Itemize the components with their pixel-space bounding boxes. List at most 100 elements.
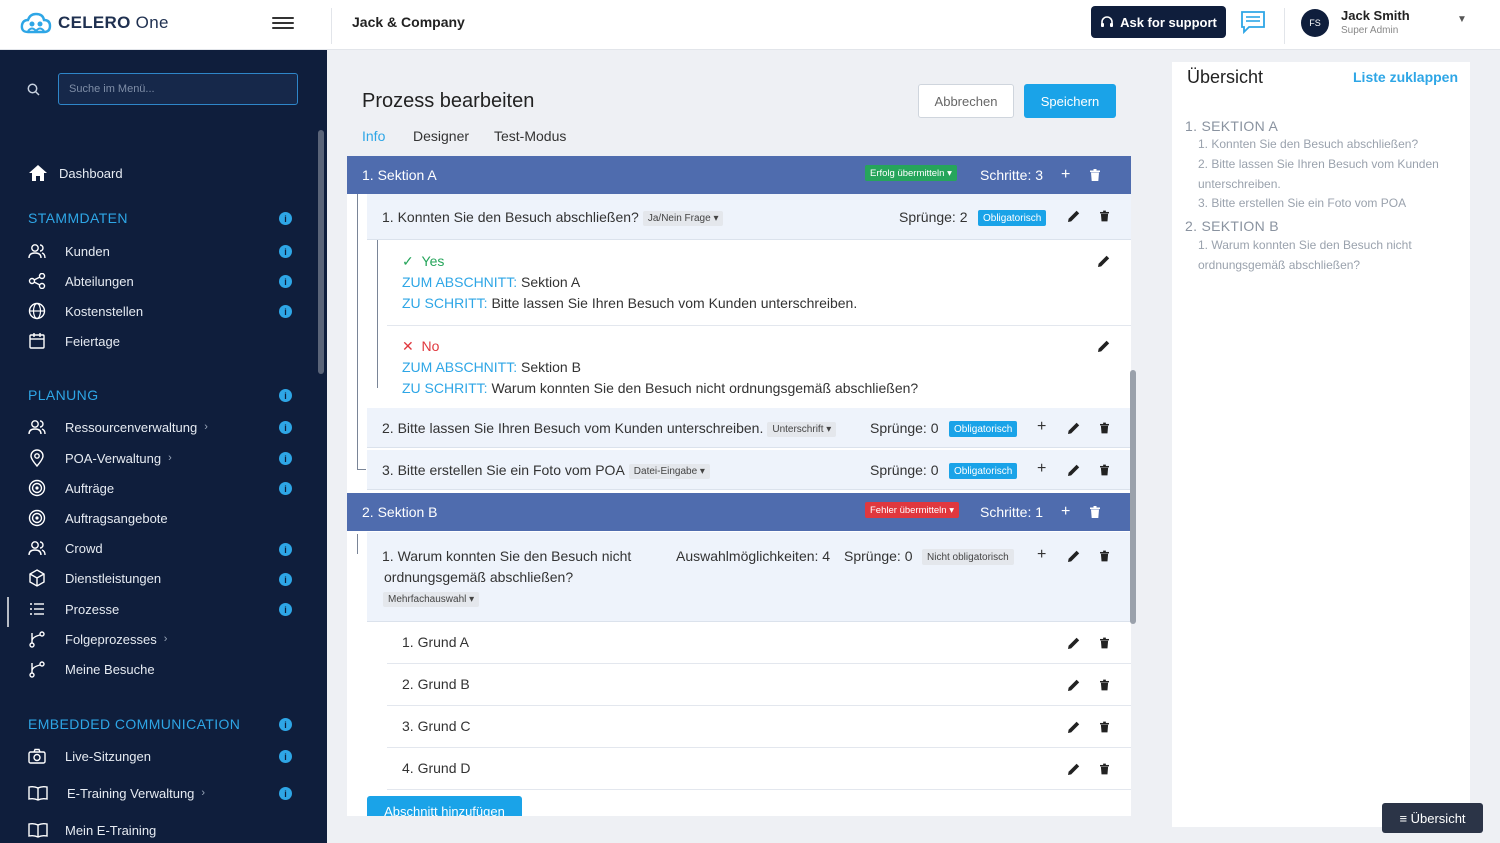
overview-item[interactable]: 1. Konnten Sie den Besuch abschließen? xyxy=(1198,135,1458,155)
sidebar-item-label: Meine Besuche xyxy=(65,661,155,677)
option-row[interactable]: 2. Grund B xyxy=(387,664,1131,706)
info-icon[interactable]: i xyxy=(279,573,292,586)
trash-icon[interactable] xyxy=(1100,464,1109,476)
user-menu-chevron-icon[interactable]: ▼ xyxy=(1457,14,1467,25)
overview-button[interactable]: ≡ Übersicht xyxy=(1382,803,1483,833)
pencil-icon[interactable] xyxy=(1097,254,1111,268)
pencil-icon[interactable] xyxy=(1067,636,1081,650)
add-icon[interactable]: + xyxy=(1037,546,1046,564)
overview-item[interactable]: 3. Bitte erstellen Sie ein Foto vom POA xyxy=(1198,194,1458,214)
tab-info[interactable]: Info xyxy=(362,128,385,144)
info-icon[interactable]: i xyxy=(279,750,292,763)
option-row[interactable]: 4. Grund D xyxy=(387,748,1131,790)
sidebar-item-abteilungen[interactable]: Abteilungen xyxy=(28,270,134,292)
add-step-icon[interactable]: + xyxy=(1061,166,1070,184)
pencil-icon[interactable] xyxy=(1067,678,1081,692)
question-row[interactable]: 2. Bitte lassen Sie Ihren Besuch vom Kun… xyxy=(367,408,1131,448)
trash-icon[interactable] xyxy=(1100,422,1109,434)
required-badge[interactable]: Obligatorisch xyxy=(949,463,1018,479)
sidebar-item-mein-e-training[interactable]: Mein E-Training xyxy=(28,819,156,841)
chat-icon[interactable] xyxy=(1240,9,1266,35)
pencil-icon[interactable] xyxy=(1067,762,1081,776)
pencil-icon[interactable] xyxy=(1067,720,1081,734)
cancel-button[interactable]: Abbrechen xyxy=(918,84,1014,118)
overview-section[interactable]: 2. SEKTION B xyxy=(1185,218,1279,234)
info-icon[interactable]: i xyxy=(279,543,292,556)
menu-toggle-icon[interactable] xyxy=(272,14,294,32)
sidebar-item-e-training-verwaltung[interactable]: E-Training Verwaltung › xyxy=(28,782,205,804)
question-type-dropdown[interactable]: Mehrfachauswahl ▾ xyxy=(383,592,480,607)
overview-section[interactable]: 1. SEKTION A xyxy=(1185,118,1278,134)
sidebar-item-dienstleistungen[interactable]: Dienstleistungen xyxy=(28,567,161,589)
add-step-icon[interactable]: + xyxy=(1061,503,1070,521)
trash-icon[interactable] xyxy=(1090,506,1100,518)
pencil-icon[interactable] xyxy=(1067,209,1081,223)
question-row[interactable]: 1. Warum konnten Sie den Besuch nicht or… xyxy=(367,532,1131,622)
status-badge[interactable]: Erfolg übermitteln ▾ xyxy=(865,165,957,181)
save-button[interactable]: Speichern xyxy=(1024,84,1116,118)
sidebar-item-auftragsangebote[interactable]: Auftragsangebote xyxy=(28,507,168,529)
section-header[interactable]: 2. Sektion B Fehler übermitteln ▾ Schrit… xyxy=(347,493,1131,531)
trash-icon[interactable] xyxy=(1090,169,1100,181)
sidebar-item-meine-besuche[interactable]: Meine Besuche xyxy=(28,658,155,680)
not-required-badge[interactable]: Nicht obligatorisch xyxy=(922,549,1014,565)
trash-icon[interactable] xyxy=(1100,763,1109,775)
pencil-icon[interactable] xyxy=(1097,339,1111,353)
add-section-button[interactable]: Abschnitt hinzufügen xyxy=(367,796,522,816)
pencil-icon[interactable] xyxy=(1067,463,1081,477)
info-icon[interactable]: i xyxy=(279,482,292,495)
pencil-icon[interactable] xyxy=(1067,549,1081,563)
sidebar-item-feiertage[interactable]: Feiertage xyxy=(28,330,120,352)
overview-item[interactable]: 2. Bitte lassen Sie Ihren Besuch vom Kun… xyxy=(1198,155,1458,194)
trash-icon[interactable] xyxy=(1100,210,1109,222)
question-type-dropdown[interactable]: Unterschrift ▾ xyxy=(767,421,837,437)
collapse-list-link[interactable]: Liste zuklappen xyxy=(1353,69,1458,85)
info-icon[interactable]: i xyxy=(279,787,292,800)
required-badge[interactable]: Obligatorisch xyxy=(949,421,1018,437)
sidebar-item-folgeprozesses[interactable]: Folgeprozesses › xyxy=(28,628,167,650)
info-icon[interactable]: i xyxy=(279,389,292,402)
ask-support-button[interactable]: Ask for support xyxy=(1091,6,1226,38)
sidebar-item-kostenstellen[interactable]: Kostenstellen xyxy=(28,300,143,322)
section-header[interactable]: 1. Sektion A Erfolg übermitteln ▾ Schrit… xyxy=(347,156,1131,194)
tab-designer[interactable]: Designer xyxy=(413,128,469,144)
sidebar-item-dashboard[interactable]: Dashboard xyxy=(28,162,123,184)
required-badge[interactable]: Obligatorisch xyxy=(978,210,1047,226)
menu-search-input[interactable] xyxy=(58,73,298,105)
info-icon[interactable]: i xyxy=(279,245,292,258)
pencil-icon[interactable] xyxy=(1067,421,1081,435)
sidebar-item-poa-verwaltung[interactable]: POA-Verwaltung › xyxy=(28,447,172,469)
question-type-dropdown[interactable]: Ja/Nein Frage ▾ xyxy=(642,210,724,226)
info-icon[interactable]: i xyxy=(279,212,292,225)
add-icon[interactable]: + xyxy=(1037,460,1046,478)
info-icon[interactable]: i xyxy=(279,718,292,731)
sidebar-item-live-sitzungen[interactable]: Live-Sitzungen xyxy=(28,745,151,767)
sidebar-scrollbar[interactable] xyxy=(318,130,324,374)
add-icon[interactable]: + xyxy=(1037,418,1046,436)
sidebar-item-prozesse[interactable]: Prozesse xyxy=(28,598,119,620)
avatar[interactable]: FS xyxy=(1301,9,1329,37)
sidebar-item-ressourcenverwaltung[interactable]: Ressourcenverwaltung › xyxy=(28,416,208,438)
info-icon[interactable]: i xyxy=(279,275,292,288)
info-icon[interactable]: i xyxy=(279,305,292,318)
info-icon[interactable]: i xyxy=(279,452,292,465)
trash-icon[interactable] xyxy=(1100,721,1109,733)
info-icon[interactable]: i xyxy=(279,603,292,616)
option-row[interactable]: 3. Grund C xyxy=(387,706,1131,748)
celero-logo[interactable]: CELERO One xyxy=(20,12,169,34)
option-row[interactable]: 1. Grund A xyxy=(387,622,1131,664)
trash-icon[interactable] xyxy=(1100,637,1109,649)
main-scrollbar[interactable] xyxy=(1130,370,1136,624)
trash-icon[interactable] xyxy=(1100,550,1109,562)
question-row[interactable]: 3. Bitte erstellen Sie ein Foto vom POA D… xyxy=(367,450,1131,490)
sidebar-item-crowd[interactable]: Crowd xyxy=(28,537,103,559)
sidebar-item-auftraege[interactable]: Aufträge xyxy=(28,477,114,499)
tab-test-modus[interactable]: Test-Modus xyxy=(494,128,566,144)
sidebar-item-kunden[interactable]: Kunden xyxy=(28,240,110,262)
trash-icon[interactable] xyxy=(1100,679,1109,691)
question-row[interactable]: 1. Konnten Sie den Besuch abschließen? Ja… xyxy=(367,194,1131,240)
overview-item[interactable]: 1. Warum konnten Sie den Besuch nicht or… xyxy=(1198,236,1458,275)
info-icon[interactable]: i xyxy=(279,421,292,434)
status-badge[interactable]: Fehler übermitteln ▾ xyxy=(865,502,959,518)
question-type-dropdown[interactable]: Datei-Eingabe ▾ xyxy=(628,463,710,479)
